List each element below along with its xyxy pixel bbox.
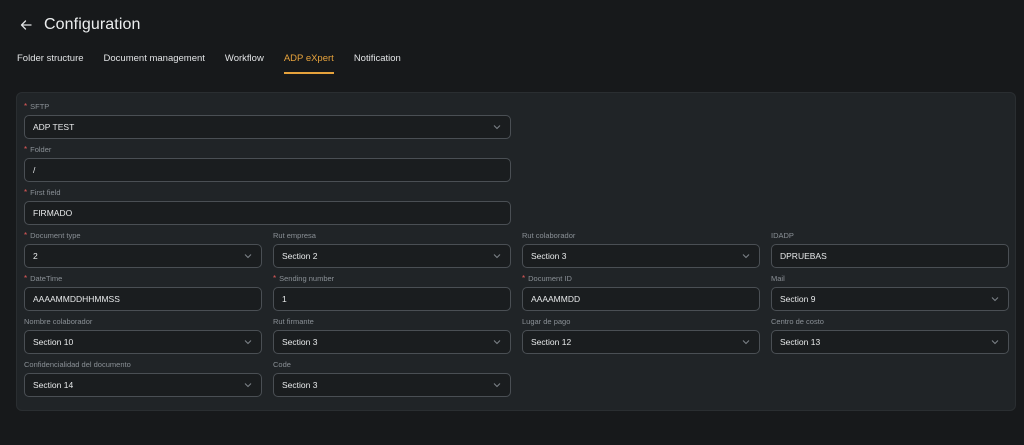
first-field-input[interactable]: FIRMADO — [24, 201, 511, 225]
chevron-down-icon — [243, 380, 253, 390]
document-id-label: Document ID — [528, 274, 572, 283]
centro-de-costo-field: Centro de costo Section 13 — [771, 317, 1009, 354]
tab-document-management[interactable]: Document management — [94, 52, 215, 74]
rut-colaborador-select[interactable]: Section 3 — [522, 244, 760, 268]
required-mark: * — [522, 274, 526, 283]
tab-notification[interactable]: Notification — [344, 52, 411, 74]
confidencialidad-label: Confidencialidad del documento — [24, 360, 131, 369]
sftp-field: * SFTP ADP TEST — [24, 102, 511, 139]
idadp-value: DPRUEBAS — [780, 251, 827, 261]
folder-label: Folder — [30, 145, 52, 154]
nombre-colaborador-field: Nombre colaborador Section 10 — [24, 317, 262, 354]
mail-value: Section 9 — [780, 294, 816, 304]
rut-colaborador-field: Rut colaborador Section 3 — [522, 231, 760, 268]
folder-input[interactable]: / — [24, 158, 511, 182]
idadp-label: IDADP — [771, 231, 794, 240]
mail-select[interactable]: Section 9 — [771, 287, 1009, 311]
sending-number-input[interactable]: 1 — [273, 287, 511, 311]
sending-number-field: * Sending number 1 — [273, 274, 511, 311]
first-field-label: First field — [30, 188, 61, 197]
nombre-colaborador-label: Nombre colaborador — [24, 317, 93, 326]
chevron-down-icon — [492, 251, 502, 261]
code-select[interactable]: Section 3 — [273, 373, 511, 397]
required-mark: * — [273, 274, 277, 283]
first-field-field: * First field FIRMADO — [24, 188, 511, 225]
confidencialidad-value: Section 14 — [33, 380, 74, 390]
confidencialidad-select[interactable]: Section 14 — [24, 373, 262, 397]
chevron-down-icon — [243, 251, 253, 261]
document-type-value: 2 — [33, 251, 38, 261]
page-title: Configuration — [44, 16, 141, 33]
required-mark: * — [24, 145, 28, 154]
required-mark: * — [24, 231, 28, 240]
arrow-left-icon[interactable] — [18, 17, 34, 33]
confidencialidad-field: Confidencialidad del documento Section 1… — [24, 360, 262, 397]
sending-number-label: Sending number — [279, 274, 335, 283]
sftp-label: SFTP — [30, 102, 50, 111]
nombre-colaborador-select[interactable]: Section 10 — [24, 330, 262, 354]
code-value: Section 3 — [282, 380, 318, 390]
chevron-down-icon — [741, 337, 751, 347]
folder-value: / — [33, 165, 36, 175]
rut-empresa-select[interactable]: Section 2 — [273, 244, 511, 268]
lugar-de-pago-field: Lugar de pago Section 12 — [522, 317, 760, 354]
rut-colaborador-label: Rut colaborador — [522, 231, 576, 240]
datetime-input[interactable]: AAAAMMDDHHMMSS — [24, 287, 262, 311]
document-type-field: * Document type 2 — [24, 231, 262, 268]
tab-bar: Folder structure Document management Wor… — [17, 52, 411, 74]
lugar-de-pago-select[interactable]: Section 12 — [522, 330, 760, 354]
centro-de-costo-value: Section 13 — [780, 337, 821, 347]
required-mark: * — [24, 274, 28, 283]
page-header: Configuration — [18, 12, 140, 38]
datetime-field: * DateTime AAAAMMDDHHMMSS — [24, 274, 262, 311]
document-type-label: Document type — [30, 231, 81, 240]
folder-field: * Folder / — [24, 145, 511, 182]
document-id-input[interactable]: AAAAMMDD — [522, 287, 760, 311]
sftp-select[interactable]: ADP TEST — [24, 115, 511, 139]
first-field-value: FIRMADO — [33, 208, 73, 218]
tab-workflow[interactable]: Workflow — [215, 52, 274, 74]
required-mark: * — [24, 102, 28, 111]
lugar-de-pago-label: Lugar de pago — [522, 317, 571, 326]
datetime-value: AAAAMMDDHHMMSS — [33, 294, 120, 304]
rut-firmante-field: Rut firmante Section 3 — [273, 317, 511, 354]
datetime-label: DateTime — [30, 274, 63, 283]
document-id-value: AAAAMMDD — [531, 294, 581, 304]
chevron-down-icon — [492, 122, 502, 132]
chevron-down-icon — [243, 337, 253, 347]
document-id-field: * Document ID AAAAMMDD — [522, 274, 760, 311]
mail-label: Mail — [771, 274, 785, 283]
centro-de-costo-select[interactable]: Section 13 — [771, 330, 1009, 354]
centro-de-costo-label: Centro de costo — [771, 317, 824, 326]
required-mark: * — [24, 188, 28, 197]
chevron-down-icon — [492, 337, 502, 347]
tab-folder-structure[interactable]: Folder structure — [17, 52, 94, 74]
lugar-de-pago-value: Section 12 — [531, 337, 572, 347]
rut-empresa-value: Section 2 — [282, 251, 318, 261]
sending-number-value: 1 — [282, 294, 287, 304]
config-panel: * SFTP ADP TEST * Folder / * First field FI… — [16, 92, 1016, 411]
rut-colaborador-value: Section 3 — [531, 251, 567, 261]
sftp-value: ADP TEST — [33, 122, 75, 132]
document-type-select[interactable]: 2 — [24, 244, 262, 268]
chevron-down-icon — [492, 380, 502, 390]
code-label: Code — [273, 360, 291, 369]
chevron-down-icon — [990, 337, 1000, 347]
rut-empresa-label: Rut empresa — [273, 231, 316, 240]
rut-firmante-label: Rut firmante — [273, 317, 314, 326]
idadp-field: IDADP DPRUEBAS — [771, 231, 1009, 268]
tab-adp-expert[interactable]: ADP eXpert — [274, 52, 344, 74]
code-field: Code Section 3 — [273, 360, 511, 397]
chevron-down-icon — [741, 251, 751, 261]
nombre-colaborador-value: Section 10 — [33, 337, 74, 347]
rut-firmante-select[interactable]: Section 3 — [273, 330, 511, 354]
rut-empresa-field: Rut empresa Section 2 — [273, 231, 511, 268]
rut-firmante-value: Section 3 — [282, 337, 318, 347]
idadp-input[interactable]: DPRUEBAS — [771, 244, 1009, 268]
mail-field: Mail Section 9 — [771, 274, 1009, 311]
chevron-down-icon — [990, 294, 1000, 304]
